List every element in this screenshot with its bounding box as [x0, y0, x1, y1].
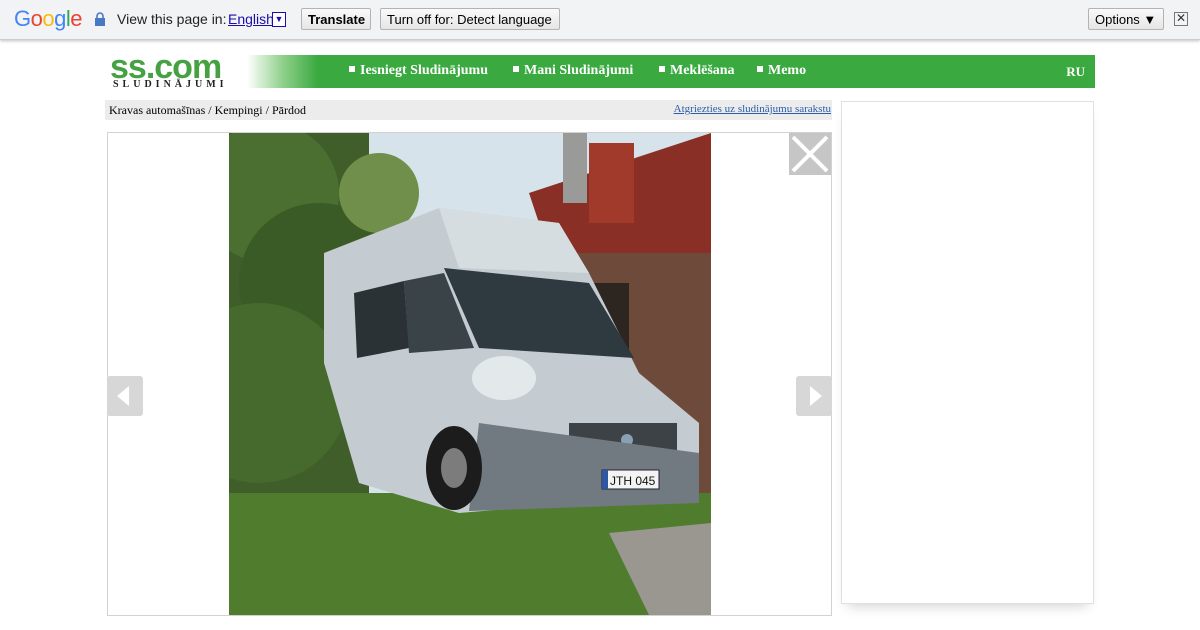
listing-photo[interactable]: JTH 045 — [229, 133, 711, 615]
menu-item-memo[interactable]: Memo — [757, 63, 806, 79]
close-icon[interactable]: ✕ — [1174, 12, 1188, 26]
chevron-left-icon — [117, 386, 129, 406]
site-logo[interactable]: ss.com SLUDINĀJUMI — [108, 48, 243, 90]
logo-subtitle: SLUDINĀJUMI — [113, 79, 228, 90]
bullet-icon — [659, 66, 665, 72]
close-gallery-button[interactable] — [789, 133, 831, 175]
translate-button[interactable]: Translate — [301, 8, 371, 30]
breadcrumb-path[interactable]: Kravas automašīnas / Kempingi / Pārdod — [109, 103, 306, 118]
translate-prompt: View this page in: — [117, 11, 227, 27]
lock-icon — [95, 12, 105, 26]
breadcrumb: Kravas automašīnas / Kempingi / Pārdod A… — [105, 100, 832, 120]
close-icon — [791, 135, 829, 173]
plate-text: JTH 045 — [610, 474, 656, 488]
turn-off-button[interactable]: Turn off for: Detect language — [380, 8, 560, 30]
ad-banner — [841, 101, 1094, 604]
main-menu: Iesniegt Sludinājumu Mani Sludinājumi Me… — [243, 55, 1095, 88]
menu-item-search[interactable]: Meklēšana — [659, 63, 735, 79]
translate-bar: Google View this page in: English ▼ Tran… — [0, 0, 1200, 40]
next-photo-button[interactable] — [796, 376, 832, 416]
options-button[interactable]: Options ▼ — [1088, 8, 1164, 30]
bullet-icon — [513, 66, 519, 72]
language-dropdown-icon[interactable]: ▼ — [272, 12, 286, 27]
language-switch[interactable]: RU — [1066, 64, 1085, 80]
language-link[interactable]: English — [228, 11, 274, 27]
menu-item-submit[interactable]: Iesniegt Sludinājumu — [349, 63, 488, 79]
bullet-icon — [757, 66, 763, 72]
photo-gallery: JTH 045 — [107, 132, 832, 616]
menu-item-my-ads[interactable]: Mani Sludinājumi — [513, 63, 633, 79]
back-to-list-link[interactable]: Atgriezties uz sludinājumu sarakstu — [674, 103, 831, 115]
bullet-icon — [349, 66, 355, 72]
previous-photo-button[interactable] — [107, 376, 143, 416]
google-logo: Google — [14, 6, 83, 31]
chevron-right-icon — [810, 386, 822, 406]
